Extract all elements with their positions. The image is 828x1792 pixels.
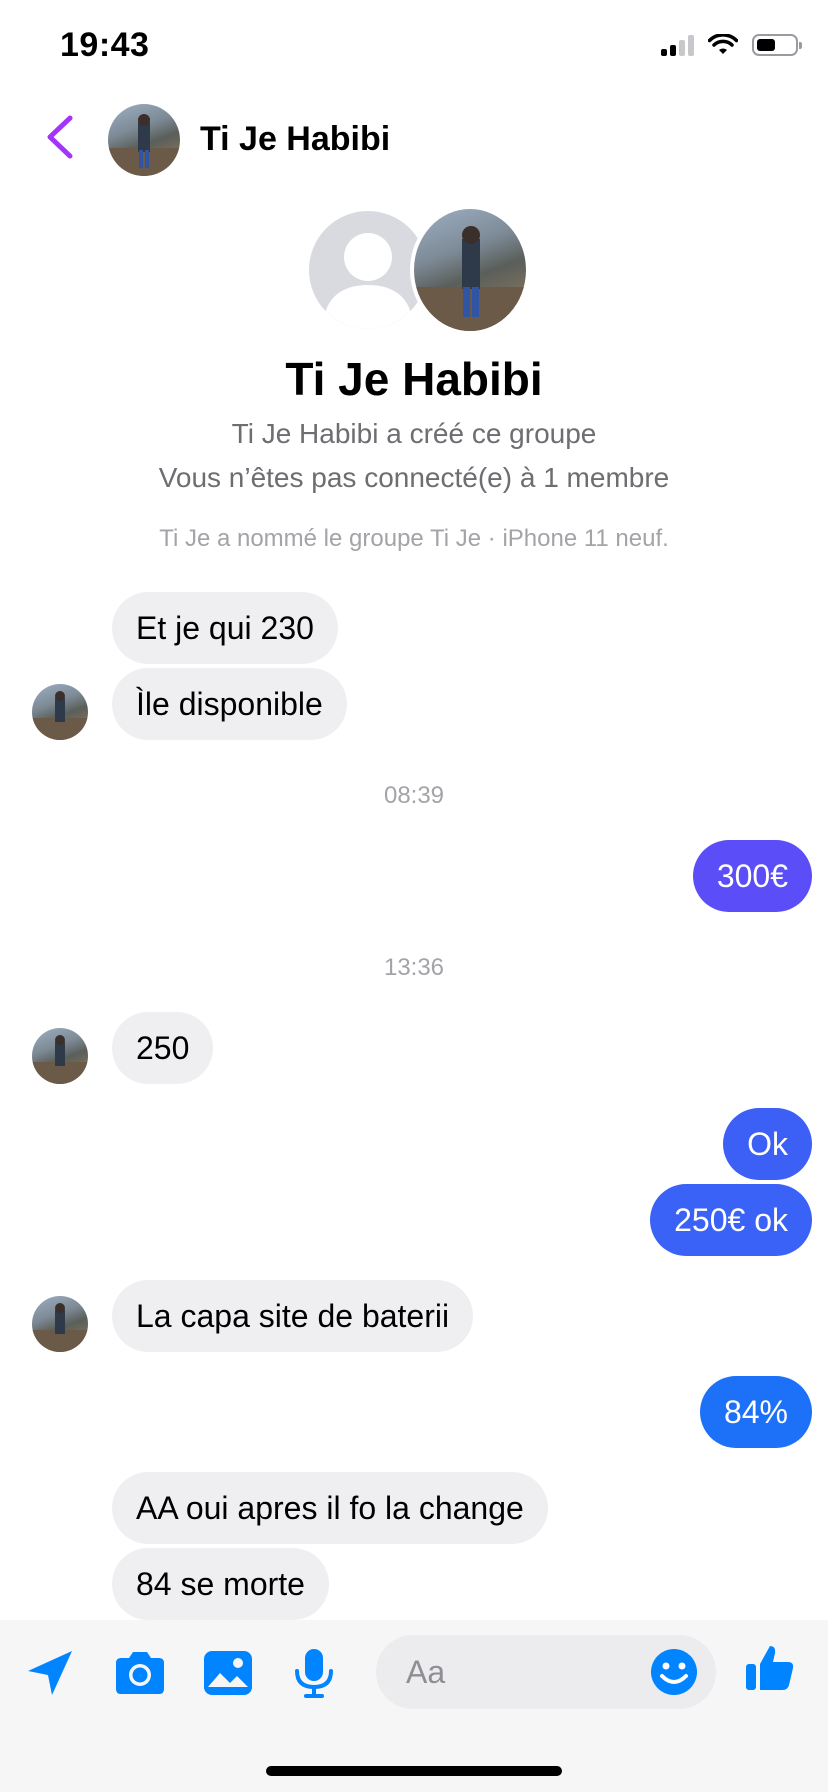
sender-avatar[interactable] xyxy=(32,1028,88,1084)
incoming-message[interactable]: Et je qui 230 xyxy=(112,592,338,664)
sender-avatar[interactable] xyxy=(32,684,88,740)
group-member-photo-avatar xyxy=(410,205,530,335)
outgoing-message[interactable]: 300€ xyxy=(692,840,812,912)
gallery-icon xyxy=(204,1651,252,1695)
send-location-icon xyxy=(28,1651,72,1695)
incoming-message[interactable]: La capa site de baterii xyxy=(112,1280,474,1352)
message-timestamp: 08:39 xyxy=(383,782,445,809)
send-location-button[interactable] xyxy=(22,1645,78,1701)
emoji-icon xyxy=(651,1649,697,1695)
camera-icon xyxy=(116,1652,164,1694)
battery-icon xyxy=(752,34,802,56)
wifi-icon xyxy=(708,34,738,54)
status-time: 19:43 xyxy=(60,26,150,64)
outgoing-message[interactable]: Ok xyxy=(723,1108,812,1180)
cellular-signal-icon xyxy=(661,34,694,56)
incoming-message[interactable]: Ìle disponible xyxy=(112,668,347,740)
gallery-button[interactable] xyxy=(200,1645,256,1701)
outgoing-message[interactable]: 84% xyxy=(699,1376,812,1448)
incoming-message[interactable]: 250 xyxy=(112,1012,214,1084)
outgoing-message[interactable]: 250€ ok xyxy=(650,1184,812,1256)
voice-message-button[interactable] xyxy=(286,1645,342,1701)
chevron-left-icon xyxy=(47,115,73,159)
incoming-message[interactable]: AA oui apres il fo la change xyxy=(112,1472,548,1544)
message-timestamp: 13:36 xyxy=(383,954,445,981)
home-indicator xyxy=(266,1766,562,1776)
sender-avatar[interactable] xyxy=(32,1296,88,1352)
thumbs-up-icon xyxy=(746,1646,794,1690)
incoming-message[interactable]: 84 se morte xyxy=(112,1548,329,1620)
microphone-icon xyxy=(295,1649,333,1698)
camera-button[interactable] xyxy=(112,1645,168,1701)
thumbs-up-button[interactable] xyxy=(742,1640,798,1696)
status-icons xyxy=(661,34,802,56)
emoji-button[interactable] xyxy=(646,1644,702,1700)
group-rename-notice: Ti Je a nommé le groupe Ti Je · iPhone 1… xyxy=(159,525,669,552)
group-connection-notice: Vous n’êtes pas connecté(e) à 1 membre xyxy=(158,462,670,493)
conversation-avatar[interactable] xyxy=(108,104,180,176)
conversation-title[interactable]: Ti Je Habibi xyxy=(200,120,390,159)
group-created-notice: Ti Je Habibi a créé ce groupe xyxy=(231,418,597,449)
group-name: Ti Je Habibi xyxy=(285,353,543,405)
back-button[interactable] xyxy=(40,112,80,162)
